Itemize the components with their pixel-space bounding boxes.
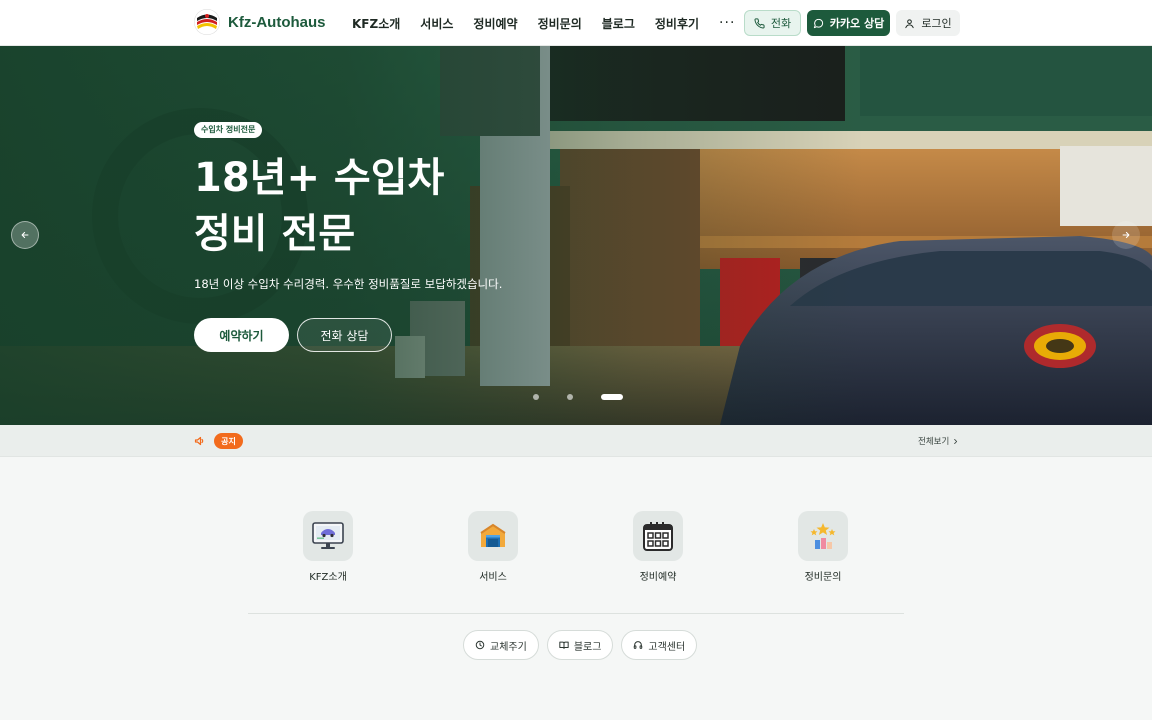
monitor-car-icon xyxy=(303,511,353,561)
calendar-icon xyxy=(633,511,683,561)
nav-item-about[interactable]: KFZ소개 xyxy=(352,15,400,32)
reserve-button[interactable]: 예약하기 xyxy=(194,318,289,352)
chat-bubble-icon xyxy=(813,18,823,28)
quick-menu-label: 정비예약 xyxy=(639,572,677,583)
pill-replacement-cycle[interactable]: 교체주기 xyxy=(463,630,539,660)
phone-consult-button[interactable]: 전화 상담 xyxy=(297,318,392,352)
clock-icon xyxy=(475,640,485,650)
quick-menu-inquiry[interactable]: 정비문의 xyxy=(763,511,883,583)
main-nav: KFZ소개 서비스 정비예약 정비문의 블로그 정비후기 ··· xyxy=(352,0,735,46)
book-icon xyxy=(559,641,569,649)
quick-menu-label: 정비문의 xyxy=(804,572,842,583)
quick-menu-services[interactable]: 서비스 xyxy=(433,511,553,583)
nav-item-inquiry[interactable]: 정비문의 xyxy=(538,15,582,32)
nav-item-services[interactable]: 서비스 xyxy=(420,15,453,32)
hero-badge: 수입차 정비전문 xyxy=(194,122,263,138)
view-all-link[interactable]: 전체보기 xyxy=(918,435,959,447)
pill-label: 블로그 xyxy=(573,641,602,653)
prev-slide-button[interactable] xyxy=(11,221,39,249)
arrow-right-icon xyxy=(1122,231,1130,239)
slide-dot-1[interactable] xyxy=(533,394,539,400)
call-button-label: 전화 xyxy=(770,17,792,30)
brand-logo[interactable]: Kfz-Autohaus xyxy=(194,9,326,35)
nav-item-reviews[interactable]: 정비후기 xyxy=(655,15,699,32)
hero-slider: 수입차 정비전문 18년+ 수입차 정비 전문 18년 이상 수입차 수리경력.… xyxy=(0,46,1152,425)
phone-icon xyxy=(754,17,765,29)
site-header: Kfz-Autohaus KFZ소개 서비스 정비예약 정비문의 블로그 정비후… xyxy=(0,0,1152,46)
review-stars-icon xyxy=(798,511,848,561)
pill-blog[interactable]: 블로그 xyxy=(546,630,614,660)
megaphone-icon xyxy=(194,436,204,446)
brand-name: Kfz-Autohaus xyxy=(228,13,326,31)
quick-menu-about[interactable]: KFZ소개 xyxy=(268,511,388,583)
slide-dot-2[interactable] xyxy=(567,394,573,400)
pill-customer-center[interactable]: 고객센터 xyxy=(621,630,698,660)
call-button[interactable]: 전화 xyxy=(744,10,801,36)
chevron-right-icon xyxy=(954,438,958,444)
pill-label: 교체주기 xyxy=(490,641,527,653)
kakao-consult-button[interactable]: 카카오 상담 xyxy=(807,10,890,36)
quick-menu-booking[interactable]: 정비예약 xyxy=(598,511,718,583)
kakao-consult-label: 카카오 상담 xyxy=(829,17,885,30)
hero-title-line1: 18년+ 수입차 xyxy=(194,155,445,201)
secondary-links: 교체주기 블로그 고객센터 xyxy=(463,630,698,660)
view-all-label: 전체보기 xyxy=(918,437,950,447)
notice-bar: 공지 전체보기 xyxy=(0,425,1152,457)
login-button[interactable]: 로그인 xyxy=(896,10,960,36)
notice-badge: 공지 xyxy=(214,433,243,449)
slide-indicators xyxy=(533,394,623,400)
arrow-left-icon xyxy=(21,231,29,239)
headset-icon xyxy=(634,641,643,649)
nav-item-blog[interactable]: 블로그 xyxy=(602,15,635,32)
header-actions: 전화 카카오 상담 로그인 xyxy=(744,10,960,36)
hero-overlay xyxy=(0,46,1152,425)
nav-item-booking[interactable]: 정비예약 xyxy=(473,15,517,32)
hero-title-line2: 정비 전문 xyxy=(194,211,356,257)
hero-title: 18년+ 수입차 정비 전문 xyxy=(194,150,444,262)
login-label: 로그인 xyxy=(921,17,952,30)
pill-label: 고객센터 xyxy=(648,641,686,653)
user-icon xyxy=(905,18,914,28)
quick-menu-label: KFZ소개 xyxy=(309,572,347,583)
garage-icon xyxy=(468,511,518,561)
more-menu-icon[interactable]: ··· xyxy=(719,15,735,31)
hero-subtitle: 18년 이상 수입차 수리경력. 우수한 정비품질로 보답하겠습니다. xyxy=(194,277,503,291)
quick-menu-label: 서비스 xyxy=(479,572,507,583)
logo-emblem-icon xyxy=(194,9,220,35)
section-divider xyxy=(248,613,904,614)
next-slide-button[interactable] xyxy=(1112,221,1140,249)
slide-dot-3[interactable] xyxy=(601,394,623,400)
